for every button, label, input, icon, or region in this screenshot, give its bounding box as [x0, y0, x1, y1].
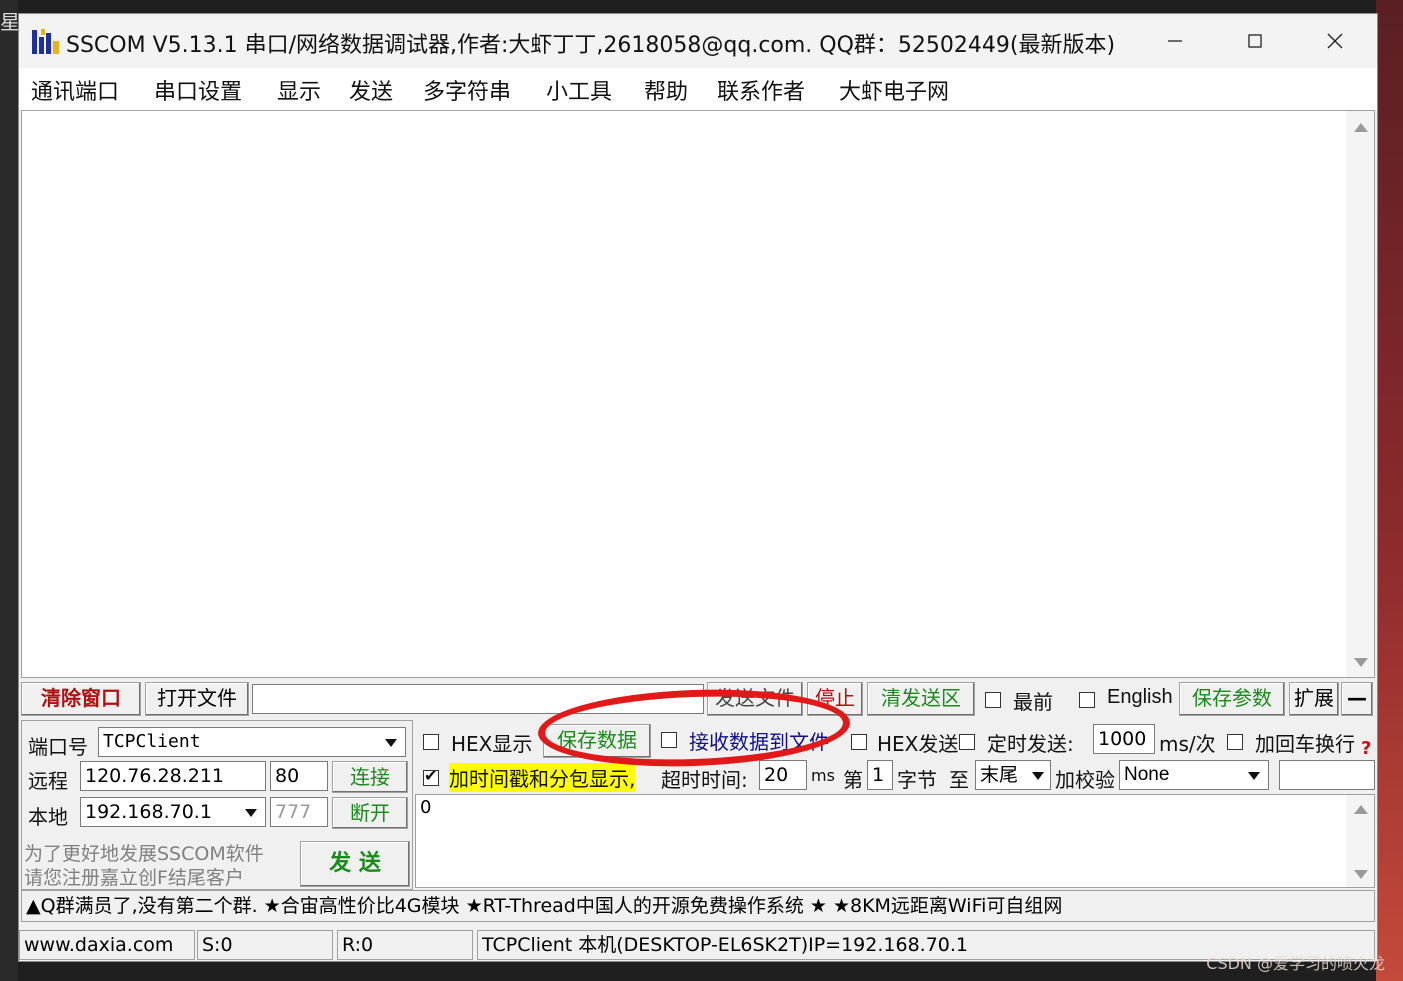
save-params-button[interactable]: 保存参数	[1179, 682, 1285, 716]
recv-to-file-label: 接收数据到文件	[689, 730, 829, 754]
status-sent-count: S:0	[197, 930, 333, 960]
news-ticker[interactable]: ▲Q群满员了,没有第二个群. ★合宙高性价比4G模块 ★RT-Thread中国人…	[21, 890, 1375, 922]
disconnect-button[interactable]: 断开	[332, 797, 408, 829]
menu-bar: 通讯端口 串口设置 显示 发送 多字符串 小工具 帮助 联系作者 大虾电子网	[19, 68, 1377, 110]
status-site[interactable]: www.daxia.com	[19, 930, 195, 960]
connect-button[interactable]: 连接	[332, 761, 408, 793]
scroll-up-icon[interactable]	[1354, 805, 1368, 814]
maximize-button[interactable]	[1225, 22, 1285, 60]
desktop-left-strip: 星	[0, 0, 20, 981]
desktop-left-text: 星	[0, 10, 20, 34]
remote-port-field[interactable]: 80	[270, 761, 328, 791]
topmost-checkbox[interactable]	[985, 692, 1001, 708]
chevron-down-icon	[245, 809, 257, 817]
receive-text-area[interactable]	[21, 110, 1375, 678]
menu-send[interactable]: 发送	[349, 74, 393, 106]
english-checkbox[interactable]	[1079, 692, 1095, 708]
checksum-select[interactable]: None	[1119, 760, 1269, 790]
connection-panel: 端口号 TCPClient 远程 120.76.28.211 80 连接 本地 …	[21, 720, 413, 890]
clear-window-button[interactable]: 清除窗口	[21, 682, 141, 716]
remote-label: 远程	[28, 769, 68, 793]
menu-display[interactable]: 显示	[277, 74, 321, 106]
desktop-wallpaper-strip	[1376, 0, 1403, 981]
file-path-field[interactable]	[252, 684, 704, 714]
timeout-field[interactable]: 20	[759, 760, 807, 790]
promo-text-line1: 为了更好地发展SSCOM软件	[24, 843, 264, 865]
scroll-down-icon[interactable]	[1354, 658, 1368, 667]
sscom-app-icon	[32, 29, 59, 54]
menu-help[interactable]: 帮助	[644, 74, 688, 106]
interval-field[interactable]: 1000	[1093, 724, 1155, 754]
port-label: 端口号	[28, 735, 88, 759]
local-label: 本地	[28, 805, 68, 829]
scroll-down-icon[interactable]	[1354, 870, 1368, 879]
title-bar: SSCOM V5.13.1 串口/网络数据调试器,作者:大虾丁丁,2618058…	[19, 14, 1377, 68]
port-select[interactable]: TCPClient	[98, 727, 406, 757]
timed-send-label: 定时发送:	[987, 732, 1074, 756]
to-select[interactable]: 末尾	[975, 760, 1051, 790]
byte-suffix-label: 字节	[897, 768, 937, 792]
clear-send-area-button[interactable]: 清发送区	[867, 682, 975, 716]
local-ip-select[interactable]: 192.168.70.1	[80, 797, 266, 827]
receive-scrollbar[interactable]	[1346, 111, 1374, 677]
timestamp-checkbox[interactable]	[423, 766, 439, 786]
chevron-down-icon	[1248, 772, 1260, 780]
close-icon	[1327, 33, 1343, 49]
add-crlf-label: 加回车换行	[1255, 732, 1355, 756]
hex-send-checkbox[interactable]	[851, 734, 867, 750]
menu-multi-string[interactable]: 多字符串	[423, 74, 511, 106]
timeout-label: 超时时间:	[661, 768, 748, 792]
menu-comm-port[interactable]: 通讯端口	[31, 74, 119, 106]
local-ip-value: 192.168.70.1	[85, 801, 212, 823]
byte-prefix-label: 第	[843, 768, 863, 792]
expand-button[interactable]: 扩展	[1289, 682, 1339, 716]
add-crlf-checkbox[interactable]	[1227, 734, 1243, 750]
english-label: English	[1107, 686, 1173, 708]
menu-tools[interactable]: 小工具	[546, 74, 612, 106]
sscom-window: SSCOM V5.13.1 串口/网络数据调试器,作者:大虾丁丁,2618058…	[18, 13, 1378, 962]
chevron-down-icon	[385, 739, 397, 747]
send-text-content: 0	[420, 797, 432, 818]
remote-ip-field[interactable]: 120.76.28.211	[80, 761, 266, 791]
status-received-count: R:0	[337, 930, 473, 960]
close-button[interactable]	[1305, 22, 1365, 60]
timeout-unit-label: ms	[811, 766, 835, 785]
hex-display-checkbox[interactable]	[423, 734, 439, 750]
promo-text-line2: 请您注册嘉立创F结尾客户	[24, 867, 244, 889]
checksum-label: 加校验	[1055, 768, 1115, 792]
byte-index-field[interactable]: 1	[867, 760, 893, 790]
send-scrollbar[interactable]	[1346, 795, 1374, 887]
recv-to-file-checkbox[interactable]	[661, 732, 677, 748]
send-file-button[interactable]: 发送文件	[707, 682, 803, 716]
menu-daxia-site[interactable]: 大虾电子网	[839, 74, 949, 106]
minimize-icon	[1168, 40, 1182, 42]
open-file-button[interactable]: 打开文件	[145, 682, 249, 716]
minimize-button[interactable]	[1145, 22, 1205, 60]
menu-serial-settings[interactable]: 串口设置	[154, 74, 242, 106]
menu-contact-author[interactable]: 联系作者	[717, 74, 805, 106]
send-button[interactable]: 发 送	[300, 841, 410, 887]
checksum-value: None	[1124, 764, 1170, 785]
csdn-watermark: CSDN @爱学习的喷火龙	[1206, 954, 1385, 973]
interval-unit-label: ms/次	[1159, 732, 1216, 756]
port-value: TCPClient	[103, 731, 201, 752]
timestamp-label: 加时间戳和分包显示,	[449, 763, 636, 792]
to-label: 至	[949, 768, 969, 792]
timed-send-checkbox[interactable]	[959, 734, 975, 750]
topmost-label: 最前	[1013, 690, 1053, 714]
chevron-down-icon	[1032, 772, 1044, 780]
scroll-up-icon[interactable]	[1354, 123, 1368, 132]
help-icon[interactable]: ?	[1361, 738, 1371, 759]
to-value: 末尾	[980, 764, 1019, 786]
send-text-area[interactable]: 0	[415, 794, 1375, 888]
extra-field[interactable]	[1279, 760, 1375, 790]
stop-button[interactable]: 停止	[807, 682, 863, 716]
maximize-icon	[1248, 34, 1262, 48]
hex-send-label: HEX发送	[877, 732, 959, 756]
window-title: SSCOM V5.13.1 串口/网络数据调试器,作者:大虾丁丁,2618058…	[66, 33, 1116, 58]
save-data-button[interactable]: 保存数据	[543, 724, 651, 758]
collapse-button[interactable]: —	[1341, 682, 1373, 716]
local-port-field[interactable]: 777	[270, 797, 328, 827]
hex-display-label: HEX显示	[451, 732, 533, 756]
